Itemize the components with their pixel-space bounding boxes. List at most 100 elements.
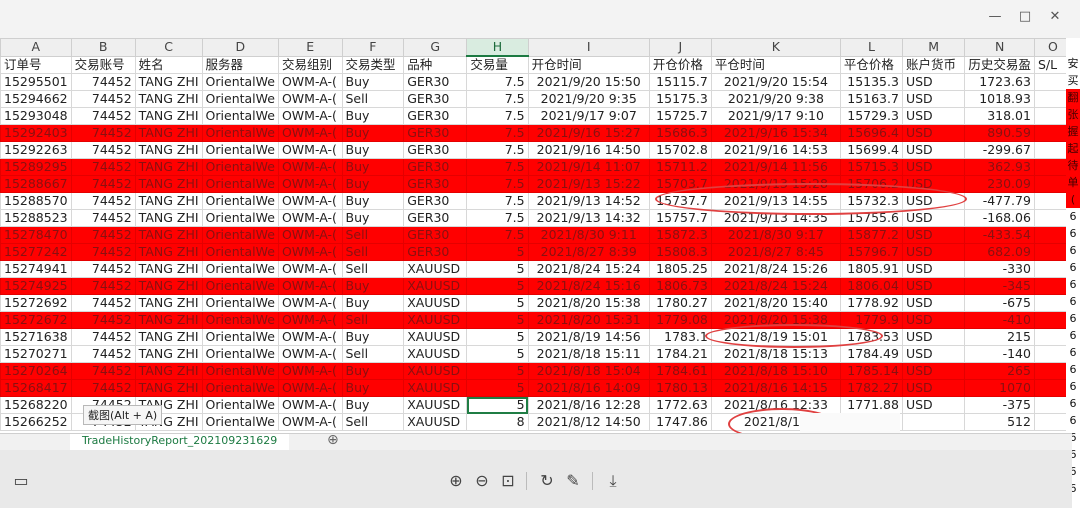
table-cell[interactable]: 1780.27 <box>648 294 712 312</box>
header-cell[interactable]: 交易类型 <box>341 55 405 74</box>
table-cell[interactable]: -675 <box>964 294 1035 312</box>
table-cell[interactable]: 74452 <box>70 73 136 91</box>
table-cell[interactable]: 7.5 <box>466 175 529 193</box>
table-cell[interactable]: 15706.2 <box>839 175 903 193</box>
table-cell[interactable]: OrientalWe <box>201 345 279 363</box>
table-cell[interactable]: 74452 <box>70 345 136 363</box>
table-cell[interactable]: 15292403 <box>0 124 72 142</box>
table-cell[interactable]: 1806.04 <box>839 277 903 295</box>
table-cell[interactable]: -140 <box>964 345 1035 363</box>
table-cell[interactable]: OrientalWe <box>201 158 279 176</box>
table-cell[interactable]: 5 <box>466 311 529 329</box>
table-cell[interactable]: OWM-A-( <box>277 90 343 108</box>
table-cell[interactable]: OrientalWe <box>201 294 279 312</box>
header-cell[interactable]: 服务器 <box>201 55 279 74</box>
table-cell[interactable]: 2021/9/13 14:35 <box>710 209 841 227</box>
table-cell[interactable]: XAUUSD <box>403 396 468 414</box>
maximize-button[interactable]: □ <box>1012 6 1038 28</box>
table-cell[interactable]: 1805.91 <box>839 260 903 278</box>
table-cell[interactable]: OrientalWe <box>201 192 279 210</box>
table-cell[interactable]: 5 <box>466 362 529 380</box>
table-cell[interactable]: OrientalWe <box>201 243 279 261</box>
table-cell[interactable]: Sell <box>341 345 405 363</box>
table-cell[interactable]: 2021/9/16 14:53 <box>710 141 841 159</box>
table-cell[interactable]: 2021/8/20 15:38 <box>527 294 650 312</box>
table-cell[interactable]: 2021/9/14 11:56 <box>710 158 841 176</box>
table-cell[interactable]: 2021/9/17 9:10 <box>710 107 841 125</box>
table-cell[interactable]: 1784.49 <box>839 345 903 363</box>
table-cell[interactable]: Buy <box>341 107 405 125</box>
table-cell[interactable]: 7.5 <box>466 90 529 108</box>
header-cell[interactable]: 交易量 <box>466 55 529 74</box>
table-cell[interactable]: 2021/8/12 14:50 <box>527 413 650 431</box>
table-cell[interactable]: Sell <box>341 243 405 261</box>
table-cell[interactable]: OWM-A-( <box>277 243 343 261</box>
table-cell[interactable]: 2021/8/18 15:10 <box>710 362 841 380</box>
table-cell[interactable]: 2021/8/16 14:15 <box>710 379 841 397</box>
table-cell[interactable]: GER30 <box>403 226 468 244</box>
table-cell[interactable]: 1771.88 <box>839 396 903 414</box>
table-cell[interactable]: OWM-A-( <box>277 362 343 380</box>
table-cell[interactable]: 1806.73 <box>648 277 712 295</box>
header-cell[interactable]: 历史交易盈 <box>964 55 1035 74</box>
table-cell[interactable]: 15268417 <box>0 379 72 397</box>
table-cell[interactable]: 7.5 <box>466 141 529 159</box>
table-cell[interactable]: OrientalWe <box>201 73 279 91</box>
table-cell[interactable]: OrientalWe <box>201 209 279 227</box>
table-cell[interactable]: OrientalWe <box>201 396 279 414</box>
table-cell[interactable]: GER30 <box>403 90 468 108</box>
table-cell[interactable]: 74452 <box>70 311 136 329</box>
table-cell[interactable]: TANG ZHI <box>134 243 203 261</box>
column-header-k[interactable]: K <box>710 38 841 57</box>
table-cell[interactable]: 2021/9/20 9:35 <box>527 90 650 108</box>
table-cell[interactable]: Buy <box>341 124 405 142</box>
table-cell[interactable]: 15294662 <box>0 90 72 108</box>
table-cell[interactable]: 15295501 <box>0 73 72 91</box>
header-cell[interactable]: 平仓价格 <box>839 55 903 74</box>
table-cell[interactable]: 15872.3 <box>648 226 712 244</box>
header-cell[interactable]: 交易账号 <box>70 55 136 74</box>
table-cell[interactable]: 15115.7 <box>648 73 712 91</box>
edit-icon[interactable]: ✎ <box>562 470 584 492</box>
table-cell[interactable]: 15288667 <box>0 175 72 193</box>
header-cell[interactable]: 交易组别 <box>277 55 343 74</box>
table-cell[interactable]: 7.5 <box>466 226 529 244</box>
table-cell[interactable]: Buy <box>341 294 405 312</box>
table-cell[interactable]: OrientalWe <box>201 328 279 346</box>
table-cell[interactable]: 74452 <box>70 294 136 312</box>
table-cell[interactable]: 215 <box>964 328 1035 346</box>
table-cell[interactable]: 74452 <box>70 124 136 142</box>
table-cell[interactable]: 2021/9/13 14:55 <box>710 192 841 210</box>
table-cell[interactable]: 2021/9/13 14:32 <box>527 209 650 227</box>
header-cell[interactable]: 姓名 <box>134 55 203 74</box>
table-cell[interactable]: 2021/8/24 15:26 <box>710 260 841 278</box>
table-cell[interactable]: 2021/8/19 14:56 <box>527 328 650 346</box>
column-header-m[interactable]: M <box>901 38 966 57</box>
table-cell[interactable]: 2021/8/20 15:31 <box>527 311 650 329</box>
table-cell[interactable]: 15757.7 <box>648 209 712 227</box>
table-cell[interactable]: 15877.2 <box>839 226 903 244</box>
table-cell[interactable]: 74452 <box>70 158 136 176</box>
table-cell[interactable]: 2021/8/20 15:40 <box>710 294 841 312</box>
table-cell[interactable]: OrientalWe <box>201 362 279 380</box>
table-cell[interactable]: TANG ZHI <box>134 73 203 91</box>
table-cell[interactable]: 15289295 <box>0 158 72 176</box>
table-cell[interactable]: 1772.63 <box>648 396 712 414</box>
table-cell[interactable]: 7.5 <box>466 107 529 125</box>
table-cell[interactable]: 2021/8/24 15:24 <box>710 277 841 295</box>
table-cell[interactable]: OWM-A-( <box>277 260 343 278</box>
table-cell[interactable]: OWM-A-( <box>277 141 343 159</box>
table-cell[interactable]: USD <box>901 107 966 125</box>
table-cell[interactable]: OWM-A-( <box>277 175 343 193</box>
table-cell[interactable]: 15274925 <box>0 277 72 295</box>
table-cell[interactable]: OWM-A-( <box>277 277 343 295</box>
table-cell[interactable]: 15737.7 <box>648 192 712 210</box>
table-cell[interactable]: USD <box>901 209 966 227</box>
table-cell[interactable]: 15715.3 <box>839 158 903 176</box>
table-cell[interactable]: 7.5 <box>466 73 529 91</box>
column-header-j[interactable]: J <box>648 38 712 57</box>
table-cell[interactable]: GER30 <box>403 192 468 210</box>
table-cell[interactable]: -433.54 <box>964 226 1035 244</box>
table-cell[interactable]: 2021/8/16 12:28 <box>527 396 650 414</box>
table-cell[interactable]: Buy <box>341 141 405 159</box>
